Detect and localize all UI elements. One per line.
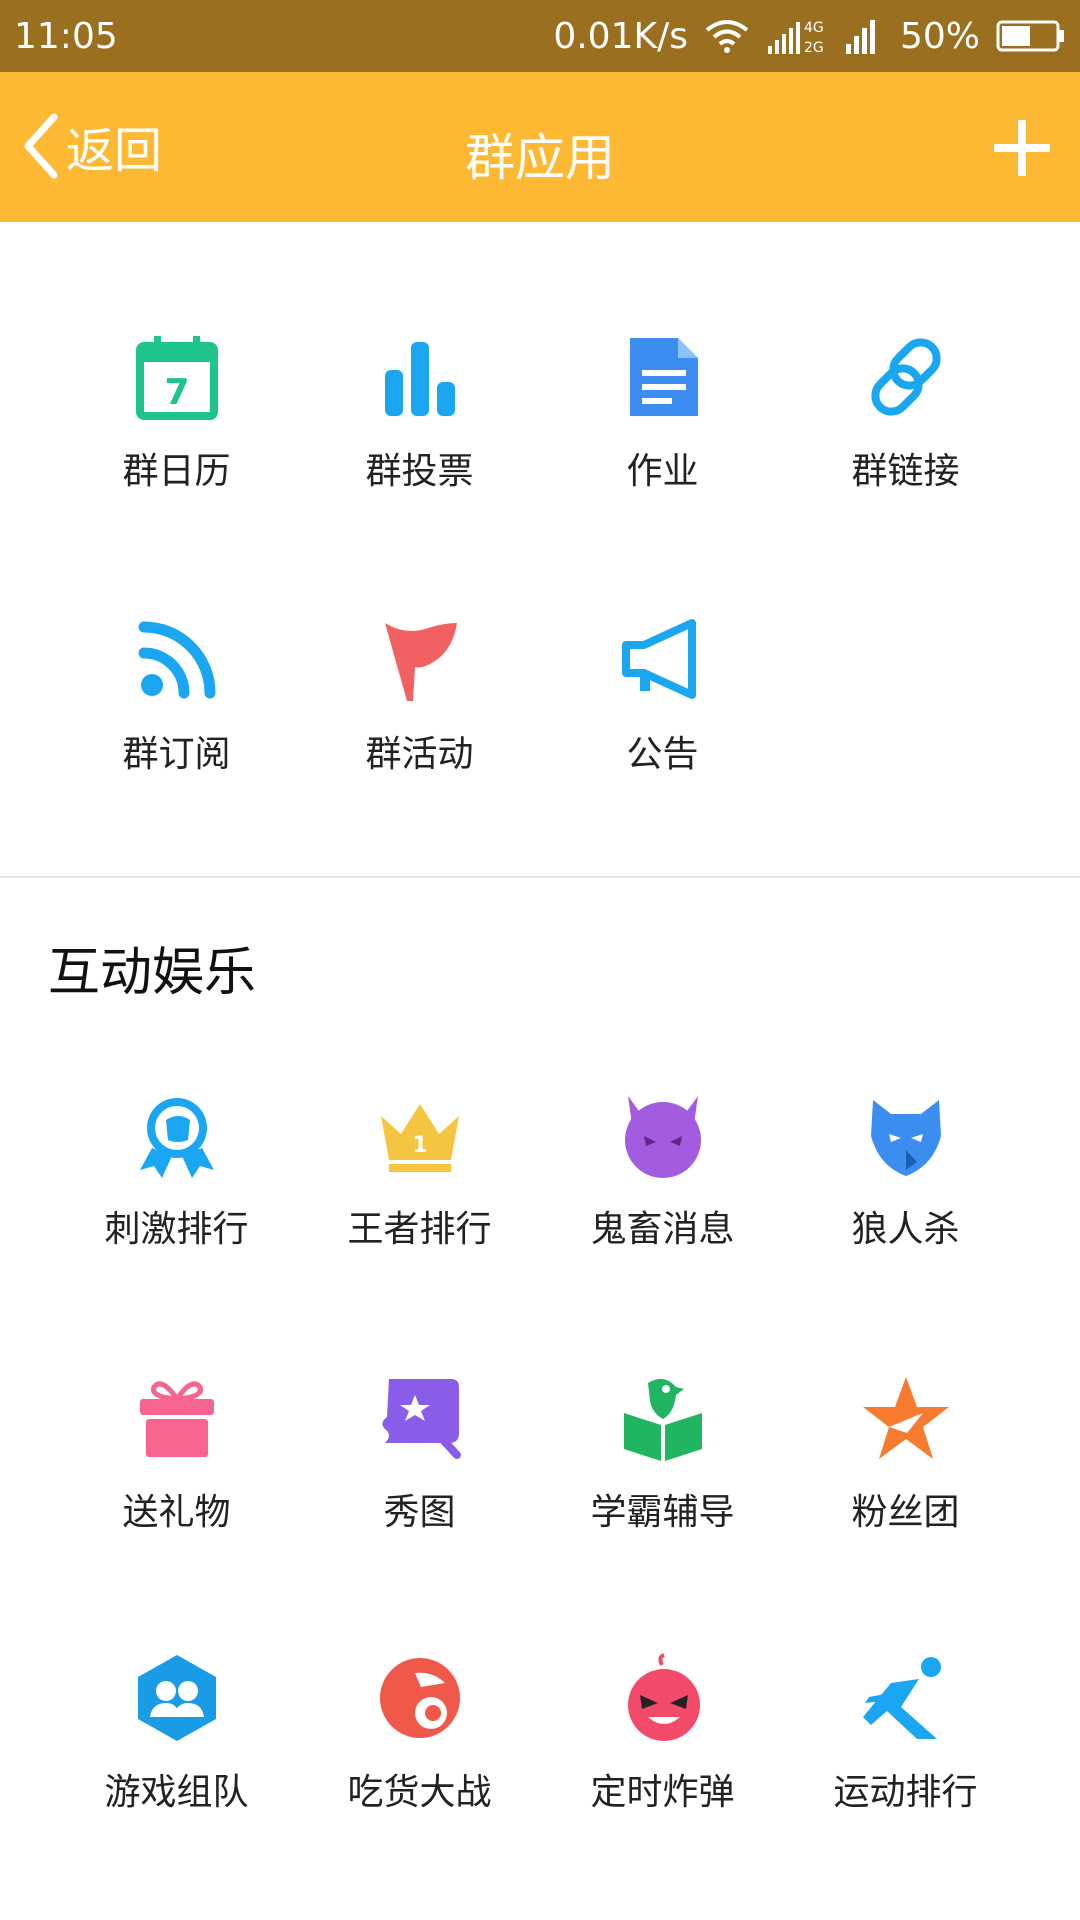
svg-text:7: 7 [164,372,189,413]
rss-icon [138,621,215,699]
network-speed: 0.01K/s [553,15,688,57]
svg-text:1: 1 [412,1133,427,1158]
crown-icon: 1 [380,1104,459,1172]
page-title: 群应用 [465,129,615,187]
app-label: 群订阅 [122,734,231,775]
app-group-activity[interactable]: 群活动 [298,615,541,835]
app-label: 作业 [626,451,699,492]
wolf-icon [870,1100,941,1176]
app-label: 狼人杀 [851,1209,960,1250]
battery-icon [996,19,1066,53]
app-label: 王者排行 [347,1209,492,1250]
signal-bars-icon [844,16,884,56]
devil-icon [624,1096,701,1178]
gift-icon [139,1381,214,1457]
app-label: 群链接 [851,451,960,492]
document-icon [629,338,698,416]
app-time-bomb[interactable]: 定时炸弹 [541,1653,784,1873]
app-foodie-battle[interactable]: 吃货大战 [298,1653,541,1873]
app-study-tutor[interactable]: 学霸辅导 [541,1373,784,1593]
runner-icon [862,1657,941,1739]
status-indicators: 0.01K/s 4G 2G 50% [553,14,1066,58]
app-label: 公告 [626,734,699,775]
app-werewolf[interactable]: 狼人杀 [784,1090,1027,1310]
section-title: 互动娱乐 [48,943,257,1003]
status-time: 11:05 [14,16,118,57]
book-parrot-icon [623,1378,702,1461]
svg-text:2G: 2G [804,40,824,56]
flag-icon [384,623,457,701]
bomb-icon [627,1653,700,1741]
app-game-team[interactable]: 游戏组队 [55,1653,298,1873]
app-label: 送礼物 [122,1492,231,1533]
cell-signal-4g-2g-icon: 4G 2G [766,16,828,56]
app-group-subscribe[interactable]: 群订阅 [55,615,298,835]
app-label: 刺激排行 [104,1209,249,1250]
app-fan-club[interactable]: 粉丝团 [784,1373,1027,1593]
app-label: 定时炸弹 [590,1772,735,1813]
app-label: 吃货大战 [347,1772,492,1813]
star-icon [862,1377,949,1459]
foodie-icon [379,1658,460,1738]
add-icon[interactable] [992,118,1052,178]
app-send-gift[interactable]: 送礼物 [55,1373,298,1593]
section-divider [0,876,1080,878]
app-king-ranking[interactable]: 1 王者排行 [298,1090,541,1310]
app-label: 群日历 [122,451,231,492]
app-group-calendar[interactable]: 7 群日历 [55,332,298,552]
app-label: 运动排行 [833,1772,978,1813]
app-label: 群活动 [365,734,474,775]
app-prank-message[interactable]: 鬼畜消息 [541,1090,784,1310]
app-label: 鬼畜消息 [590,1209,735,1250]
app-thrill-ranking[interactable]: 刺激排行 [55,1090,298,1310]
app-label: 粉丝团 [851,1492,960,1533]
app-show-picture[interactable]: 秀图 [298,1373,541,1593]
calendar-icon: 7 [135,336,218,420]
app-label: 游戏组队 [104,1772,249,1813]
battery-level: 50% [899,15,980,57]
link-icon [870,338,941,416]
team-hexagon-icon [137,1655,216,1741]
status-bar: 11:05 0.01K/s 4G 2G 50% [0,0,1080,72]
app-label: 秀图 [383,1492,456,1533]
megaphone-icon [621,619,696,699]
wifi-icon [704,18,750,54]
svg-text:4G: 4G [804,20,824,36]
app-announcement[interactable]: 公告 [541,615,784,835]
app-label: 群投票 [365,451,474,492]
bar-chart-icon [384,342,455,416]
app-homework[interactable]: 作业 [541,332,784,552]
app-sport-ranking[interactable]: 运动排行 [784,1653,1027,1873]
medal-icon [139,1098,214,1178]
app-group-link[interactable]: 群链接 [784,332,1027,552]
title-bar: 返回 群应用 [0,72,1080,222]
magic-picture-icon [381,1379,461,1459]
app-label: 学霸辅导 [590,1492,735,1533]
app-group-vote[interactable]: 群投票 [298,332,541,552]
